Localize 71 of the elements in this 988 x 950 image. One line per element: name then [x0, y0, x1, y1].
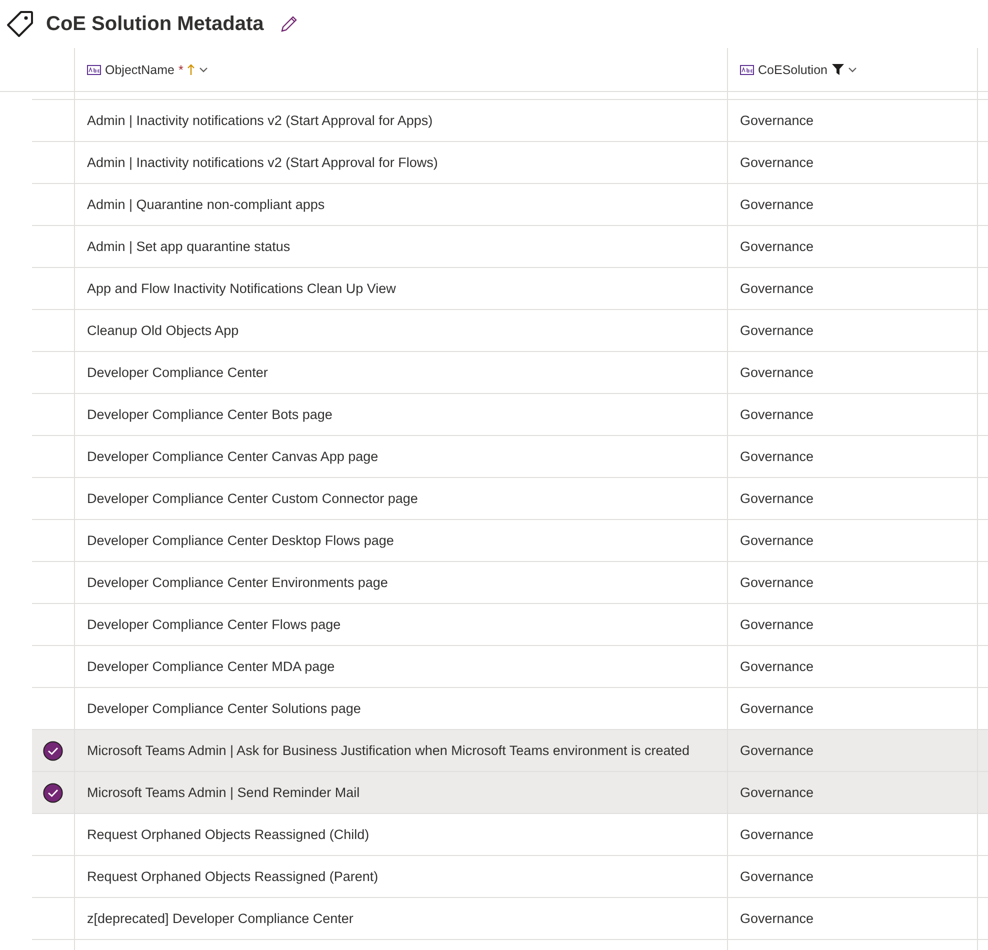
- table-cell: Governance: [728, 142, 978, 183]
- table-cell: App and Flow Inactivity Notifications Clean Up View: [75, 268, 728, 309]
- selected-check-icon[interactable]: [43, 740, 63, 760]
- table-cell: Governance: [728, 436, 978, 477]
- table-row[interactable]: Developer Compliance Center Bots page Governance: [32, 394, 988, 436]
- table-cell: Admin | Quarantine non-compliant apps: [75, 184, 728, 225]
- table-cell: Developer Compliance Center Desktop Flows page: [75, 520, 728, 561]
- table-cell: Governance: [728, 100, 978, 141]
- table-cell: Cleanup Old Objects App: [75, 310, 728, 351]
- table-cell: Governance: [728, 604, 978, 645]
- table-cell: Governance: [728, 688, 978, 729]
- column-header[interactable]: ObjectName: [105, 62, 174, 76]
- edit-pencil-icon[interactable]: [280, 15, 298, 33]
- table-row[interactable]: Developer Compliance Center Governance: [32, 352, 988, 394]
- table-row[interactable]: Developer Compliance Center Desktop Flows page Governance: [32, 520, 988, 562]
- table-cell: Governance: [728, 268, 978, 309]
- table-cell: z[deprecated] Developer Compliance Center: [75, 898, 728, 939]
- table-row[interactable]: Developer Compliance Center Environments page Governance: [32, 562, 988, 604]
- table-cell: Request Orphaned Objects Reassigned (Parent): [75, 856, 728, 897]
- table-row[interactable]: Request Orphaned Objects Reassigned (Child) Governance: [32, 814, 988, 856]
- table-cell: Microsoft Teams Admin | Ask for Business Justification when Microsoft Teams environment is created: [75, 730, 728, 771]
- table-cell: Admin | Set app quarantine status: [75, 226, 728, 267]
- table-cell: Governance: [728, 478, 978, 519]
- table-row[interactable]: Admin | Inactivity notifications v2 (Start Approval for Flows) Governance: [32, 142, 988, 184]
- selected-check-icon[interactable]: [43, 782, 63, 802]
- table-cell: Governance: [728, 814, 978, 855]
- table-cell: Governance: [728, 520, 978, 561]
- chevron-down-icon[interactable]: [199, 66, 208, 72]
- text-type-icon: [740, 64, 754, 74]
- table-cell: Governance: [728, 898, 978, 939]
- table-row[interactable]: Microsoft Teams Admin | Send Reminder Mail Governance: [32, 772, 988, 814]
- table-row[interactable]: Microsoft Teams Admin | Ask for Business Justification when Microsoft Teams environment is created Governance: [32, 730, 988, 772]
- table-row[interactable]: Admin | Set app quarantine status Governance: [32, 226, 988, 268]
- table-cell: Governance: [728, 184, 978, 225]
- table-cell: Developer Compliance Center Environments page: [75, 562, 728, 603]
- table-cell: Developer Compliance Center MDA page: [75, 646, 728, 687]
- table-cell: Developer Compliance Center Custom Connector page: [75, 478, 728, 519]
- table-cell: Admin | Inactivity notifications v2 (Start Approval for Flows): [75, 142, 728, 183]
- table-row[interactable]: Request Orphaned Objects Reassigned (Parent) Governance: [32, 856, 988, 898]
- table-cell: Request Orphaned Objects Reassigned (Child): [75, 814, 728, 855]
- table-row[interactable]: Developer Compliance Center Custom Connector page Governance: [32, 478, 988, 520]
- table-cell: Governance: [728, 352, 978, 393]
- chevron-down-icon[interactable]: [848, 66, 856, 72]
- table-cell: Governance: [728, 730, 978, 771]
- table-cell: Governance: [728, 646, 978, 687]
- page-title: CoE Solution Metadata: [46, 12, 264, 36]
- table-cell: Developer Compliance Center Solutions page: [75, 688, 728, 729]
- column-header[interactable]: CoESolution: [758, 62, 828, 76]
- table-row[interactable]: Admin | Quarantine non-compliant apps Governance: [32, 184, 988, 226]
- table-cell: Admin | Inactivity notifications v2 (Start Approval for Apps): [75, 100, 728, 141]
- table-cell: Governance: [728, 394, 978, 435]
- table-row[interactable]: Developer Compliance Center Flows page Governance: [32, 604, 988, 646]
- table-cell: Developer Compliance Center Bots page: [75, 394, 728, 435]
- required-mark: *: [178, 62, 184, 76]
- table-cell: Developer Compliance Center Canvas App page: [75, 436, 728, 477]
- table-cell: Governance: [728, 772, 978, 813]
- table-cell: Microsoft Teams Admin | Send Reminder Mail: [75, 772, 728, 813]
- tag-icon: [6, 10, 34, 38]
- table-row[interactable]: Admin | Inactivity notifications v2 (Start Approval for Apps) Governance: [32, 100, 988, 142]
- table-cell: Developer Compliance Center Flows page: [75, 604, 728, 645]
- table-cell: Governance: [728, 856, 978, 897]
- table-row[interactable]: z[deprecated] Developer Compliance Center Governance: [32, 898, 988, 940]
- table-cell: Governance: [728, 310, 978, 351]
- table-row[interactable]: Developer Compliance Center Canvas App page Governance: [32, 436, 988, 478]
- text-type-icon: [87, 64, 101, 74]
- table-cell: Governance: [728, 562, 978, 603]
- table-cell: Governance: [728, 226, 978, 267]
- table-row[interactable]: Cleanup Old Objects App Governance: [32, 310, 988, 352]
- table-row[interactable]: Developer Compliance Center MDA page Governance: [32, 646, 988, 688]
- table-cell: Developer Compliance Center: [75, 352, 728, 393]
- table-row[interactable]: App and Flow Inactivity Notifications Clean Up View Governance: [32, 268, 988, 310]
